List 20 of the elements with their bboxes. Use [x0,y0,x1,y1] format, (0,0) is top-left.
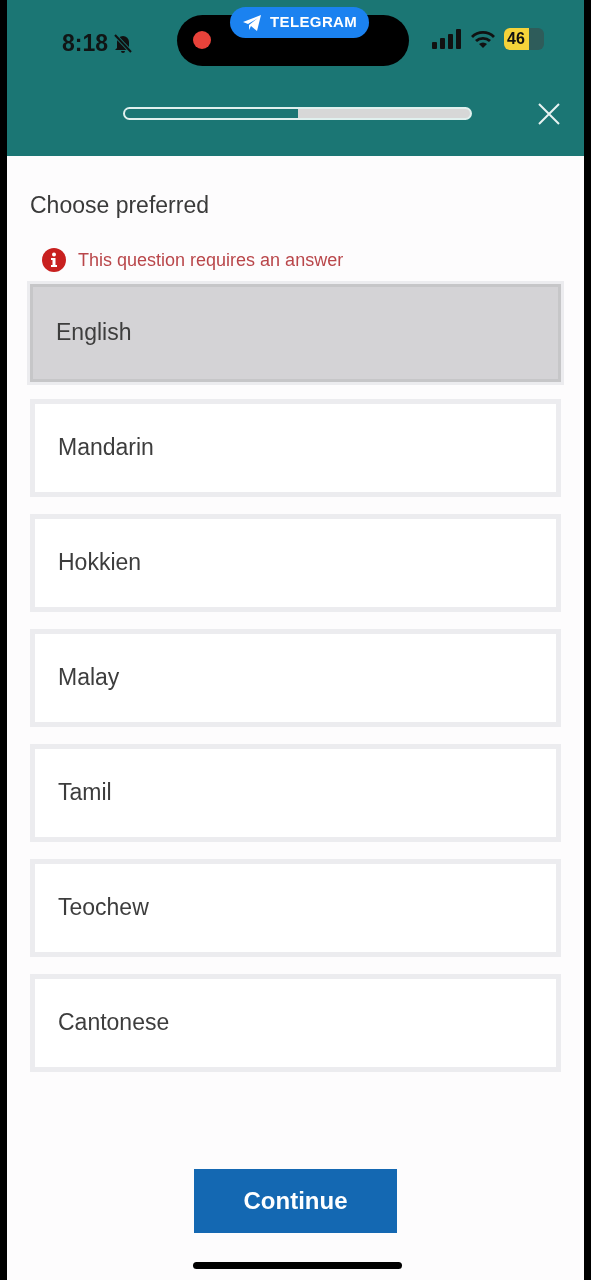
paper-plane-icon [242,13,262,32]
battery-indicator: 46 [504,28,544,50]
continue-button[interactable]: Continue [194,1168,397,1233]
close-icon [537,102,561,126]
language-option[interactable]: Malay [30,628,561,727]
error-info-icon [42,248,66,272]
language-option[interactable]: Cantonese [30,973,561,1072]
error-message: This question requires an answer [78,248,344,272]
close-button[interactable] [537,102,561,126]
telegram-pill[interactable]: TELEGRAM [230,7,370,38]
language-option[interactable]: Mandarin [30,398,561,497]
app-name: TELEGRAM [270,12,358,33]
language-option[interactable]: Tamil [30,743,561,842]
language-option[interactable]: Hokkien [30,513,561,612]
clock-time: 8:18 [62,29,109,58]
language-option[interactable]: Teochew [30,858,561,957]
signal-icon [432,29,462,49]
wifi-icon [470,29,496,49]
question-title: Choose preferred [30,191,210,220]
language-option[interactable]: English [30,283,561,382]
